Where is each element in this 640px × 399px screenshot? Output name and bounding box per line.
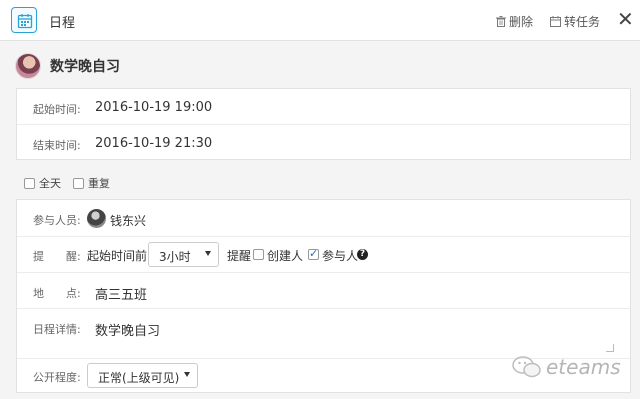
avatar[interactable]: [15, 53, 41, 79]
schedule-title: 数学晚自习: [50, 59, 120, 75]
reminder-label: 提 醒:: [33, 250, 81, 263]
convert-to-task-button[interactable]: 转任务: [550, 13, 600, 30]
reminder-select-value: 3小时: [159, 250, 191, 264]
detail-textarea[interactable]: 数学晚自习: [95, 320, 160, 339]
location-label: 地 点:: [33, 287, 81, 300]
creator-label: 创建人: [267, 249, 304, 263]
repeat-label: 重复: [88, 177, 110, 190]
reminder-select[interactable]: 3小时: [148, 242, 219, 267]
location-row: 地 点: 高三五班: [17, 273, 630, 309]
watermark-text: eteams: [546, 355, 621, 379]
reminder-prefix: 起始时间前: [87, 249, 148, 263]
delete-label: 删除: [509, 15, 534, 29]
chevron-down-icon: [205, 251, 211, 256]
detail-row: 日程详情: 数学晚自习: [17, 309, 630, 359]
schedule-title-row: 数学晚自习: [15, 53, 120, 79]
participant-opt-label: 参与人: [322, 249, 359, 263]
end-time-row: 结束时间: 2016-10-19 21:30: [17, 125, 630, 160]
all-day-checkbox[interactable]: [24, 177, 35, 189]
end-time-value[interactable]: 2016-10-19 21:30: [95, 136, 212, 151]
all-day-label: 全天: [39, 177, 61, 190]
delete-button[interactable]: 删除: [496, 13, 533, 30]
wechat-icon: [512, 356, 541, 378]
start-time-value[interactable]: 2016-10-19 19:00: [95, 100, 212, 115]
start-time-row: 起始时间: 2016-10-19 19:00: [17, 89, 630, 125]
start-time-label: 起始时间:: [33, 103, 81, 116]
participant-checkbox[interactable]: [308, 247, 319, 260]
detail-label: 日程详情:: [33, 323, 81, 336]
end-time-label: 结束时间:: [33, 139, 81, 152]
options-row: 全天 重复: [24, 175, 122, 191]
trash-icon: [496, 16, 506, 27]
reminder-word: 提醒: [227, 249, 252, 263]
calendar-icon[interactable]: [11, 7, 37, 33]
resize-handle-icon[interactable]: [606, 344, 614, 352]
visibility-select[interactable]: 正常(上级可见): [87, 363, 198, 388]
participants-row: 参与人员: 钱东兴: [17, 200, 630, 237]
avatar[interactable]: [87, 209, 106, 228]
dialog-header: 日程 删除 转任务 ✕: [0, 0, 640, 41]
creator-checkbox[interactable]: [253, 249, 264, 260]
reminder-row: 提 醒: 起始时间前 3小时 提醒 创建人 参与人 ?: [17, 237, 630, 273]
location-value[interactable]: 高三五班: [95, 284, 147, 303]
calendar-small-icon: [550, 16, 561, 27]
visibility-select-value: 正常(上级可见): [98, 371, 180, 385]
help-icon[interactable]: ?: [357, 249, 368, 260]
chevron-down-icon: [184, 372, 190, 377]
participant-name[interactable]: 钱东兴: [110, 212, 146, 229]
dialog-title: 日程: [49, 16, 76, 31]
visibility-label: 公开程度:: [33, 371, 81, 384]
convert-label: 转任务: [564, 15, 601, 29]
time-panel: 起始时间: 2016-10-19 19:00 结束时间: 2016-10-19 …: [16, 88, 631, 160]
watermark: eteams: [512, 355, 621, 379]
close-icon[interactable]: ✕: [617, 9, 634, 29]
repeat-checkbox[interactable]: [73, 177, 84, 189]
participants-label: 参与人员:: [33, 214, 81, 227]
